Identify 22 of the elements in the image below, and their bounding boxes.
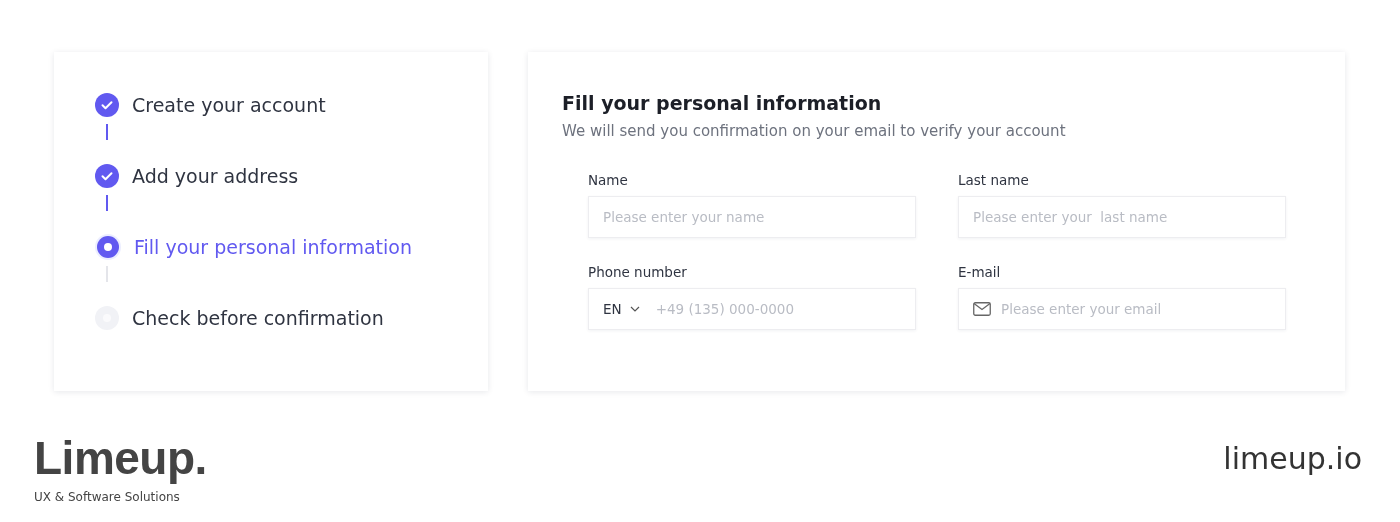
site-address: limeup.io [1223,441,1362,477]
step-label[interactable]: Check before confirmation [132,307,384,329]
form-subtitle: We will send you confirmation on your email to verify your account [562,122,1067,140]
email-field[interactable]: Please enter your email [958,288,1286,330]
step-label[interactable]: Create your account [132,94,326,116]
email-input[interactable]: Please enter your email [1001,301,1271,317]
country-select[interactable]: EN [603,301,646,317]
field-label: Last name [958,172,1030,188]
field-label: Phone number [588,264,688,280]
step-label[interactable]: Fill your personal information [134,236,412,258]
phone-input[interactable]: +49 (135) 000-0000 [655,301,901,317]
mail-icon [973,302,991,316]
brand-tagline: UX & Software Solutions [34,490,181,505]
field-label: Name [588,172,629,188]
phone-field[interactable]: EN +49 (135) 000-0000 [588,288,916,330]
step-label[interactable]: Add your address [132,165,299,187]
chevron-down-icon [629,306,640,312]
text-field[interactable]: Please enter your name [588,196,916,238]
form-title: Fill your personal information [562,92,883,114]
text-field[interactable]: Please enter your last name [958,196,1286,238]
brand-logo: Limeup. [34,431,207,486]
field-label: E-mail [958,264,1002,280]
